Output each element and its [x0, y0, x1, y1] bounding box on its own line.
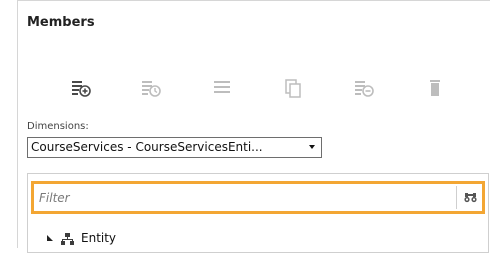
members-panel: Members Dimensions: CourseServices - Cou… [17, 0, 490, 253]
chevron-down-icon[interactable] [309, 145, 315, 149]
expanded-toggle-icon[interactable] [47, 235, 53, 241]
dimensions-selected-value: CourseServices - CourseServicesEnti... [31, 140, 263, 154]
remove-member-icon[interactable] [353, 77, 375, 99]
filter-divider [456, 186, 457, 209]
delete-icon[interactable] [424, 77, 446, 99]
add-member-icon[interactable] [70, 77, 92, 99]
tree-item-label: Entity [81, 231, 117, 245]
hierarchy-icon [61, 233, 74, 245]
binoculars-icon[interactable] [464, 191, 477, 203]
panel-title: Members [27, 15, 95, 30]
member-properties-icon[interactable] [140, 77, 162, 99]
list-icon[interactable] [211, 77, 233, 99]
filter-box [31, 181, 485, 214]
dimensions-select[interactable]: CourseServices - CourseServicesEnti... [27, 137, 322, 158]
copy-icon[interactable] [282, 77, 304, 99]
filter-input[interactable] [36, 186, 459, 209]
dimensions-label: Dimensions: [27, 121, 89, 132]
